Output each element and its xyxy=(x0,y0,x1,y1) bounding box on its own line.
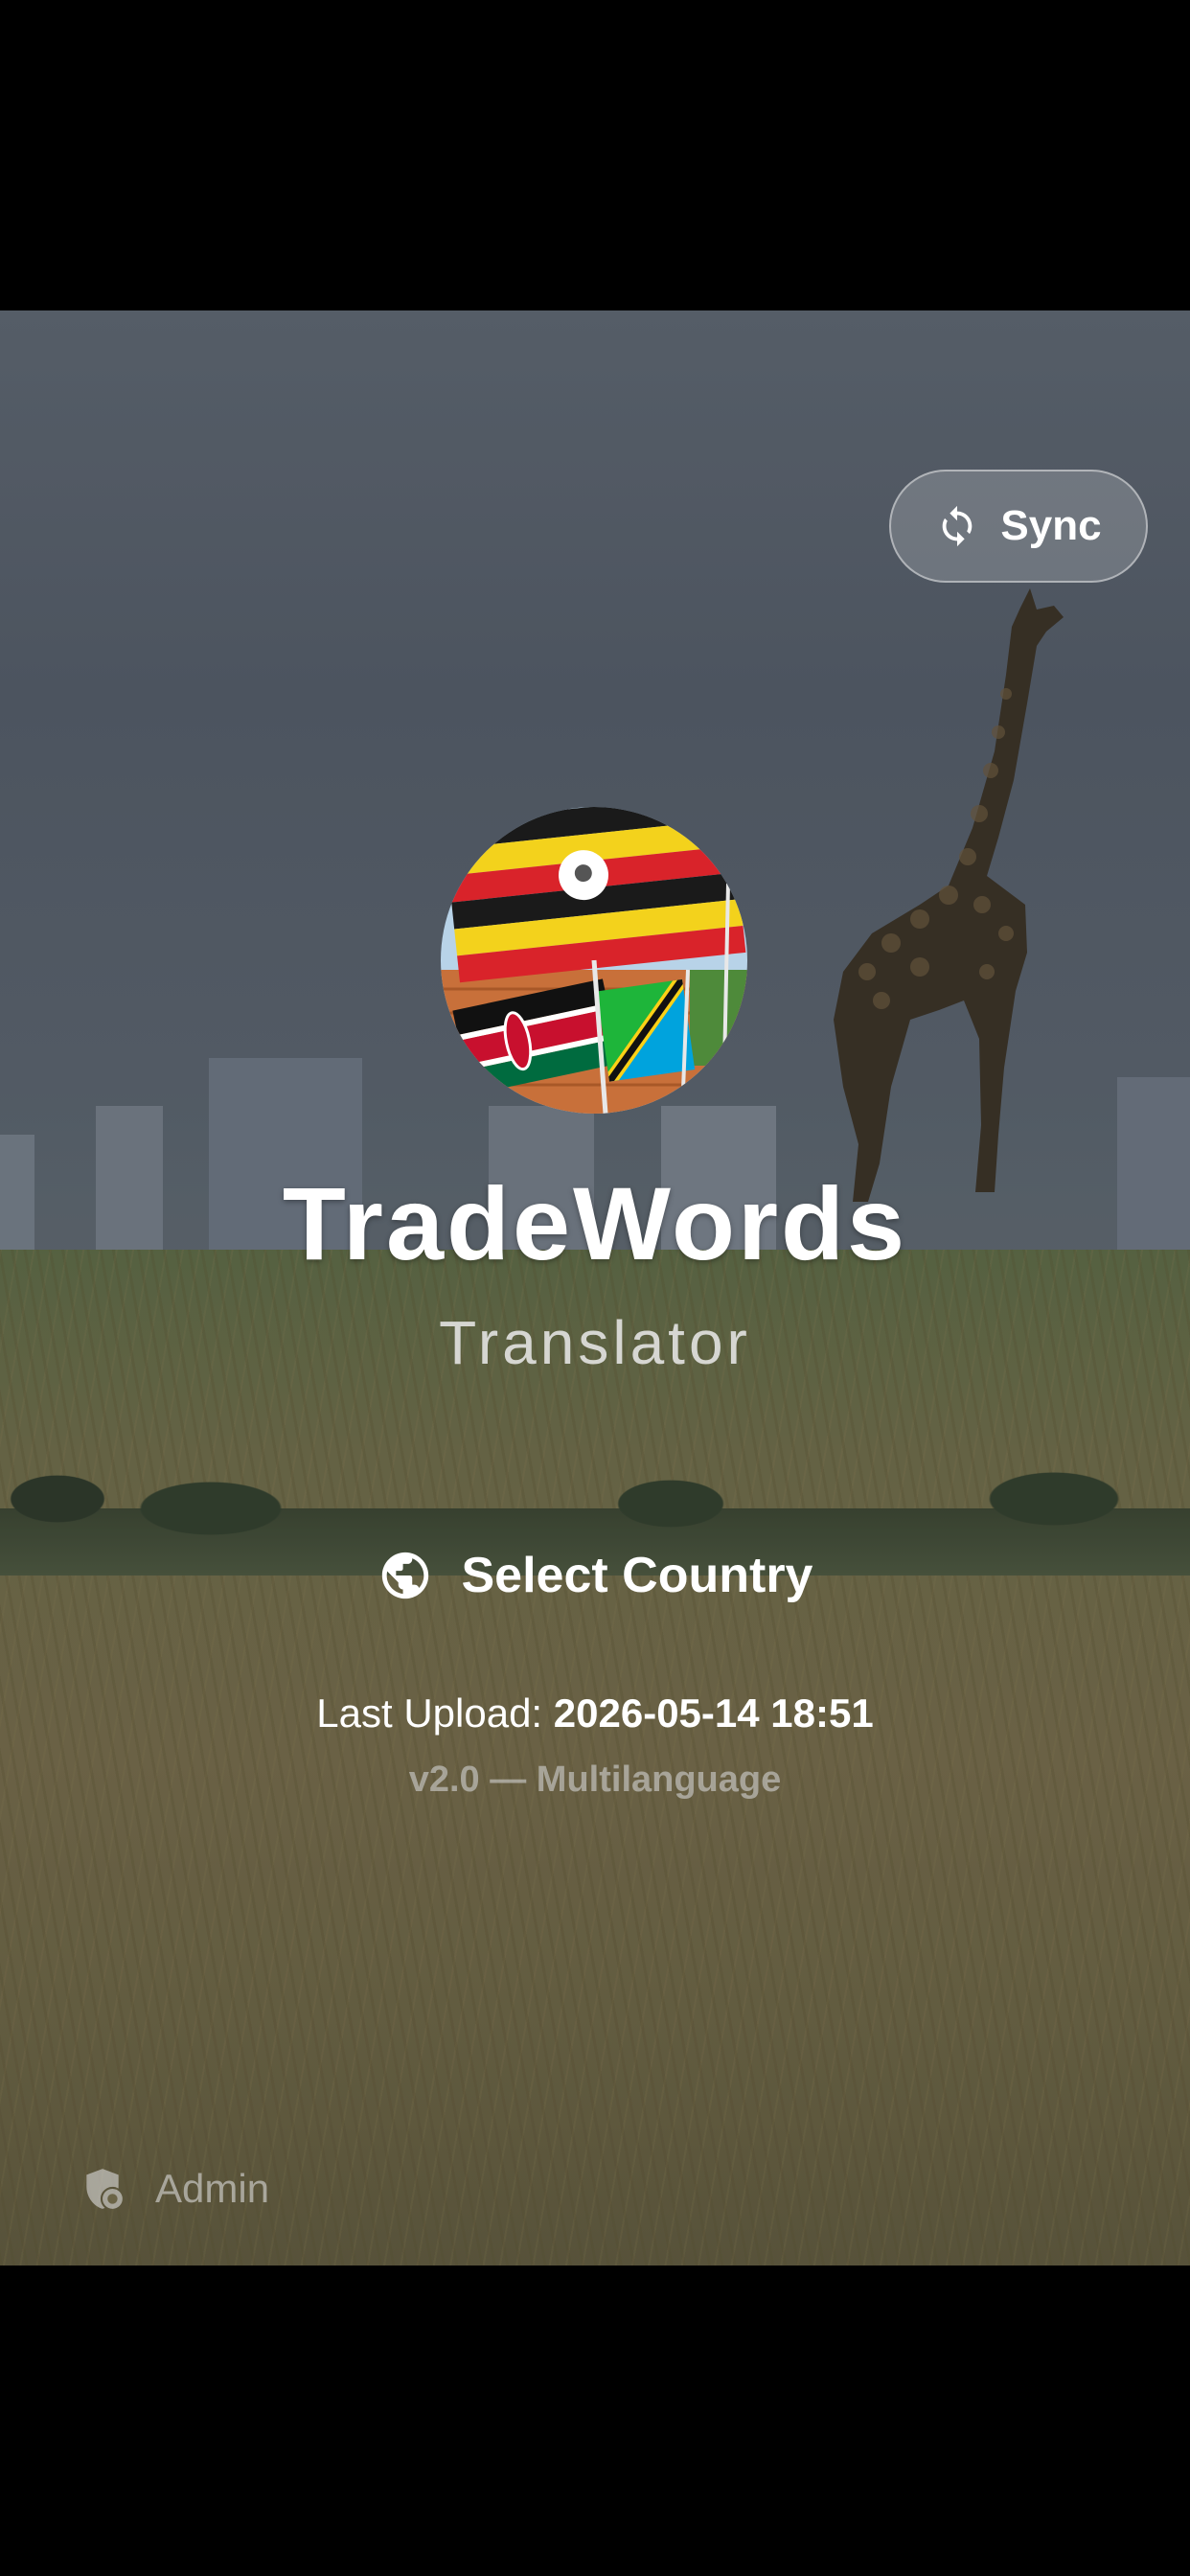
last-upload-status: Last Upload: 2026-05-14 18:51 xyxy=(0,1690,1190,1736)
last-upload-label: Last Upload: xyxy=(316,1690,543,1736)
sync-button[interactable]: Sync xyxy=(889,470,1148,583)
sync-icon xyxy=(943,505,973,547)
phone-frame: Sync TradeWords Translator Select Countr… xyxy=(0,0,1190,2576)
app-logo xyxy=(441,807,747,1114)
admin-shield-icon xyxy=(86,2169,123,2209)
app-title: TradeWords xyxy=(282,1165,908,1281)
version-text: v2.0 — Multilanguage xyxy=(408,1760,782,1800)
sync-label: Sync xyxy=(1000,502,1102,549)
admin-label: Admin xyxy=(155,2166,270,2211)
select-country-label: Select Country xyxy=(461,1548,813,1603)
select-country-button[interactable]: Select Country xyxy=(374,1528,816,1623)
admin-button[interactable]: Admin xyxy=(79,2160,269,2218)
last-upload-value: 2026-05-14 18:51 xyxy=(553,1690,874,1736)
globe-icon xyxy=(381,1552,428,1599)
background-overlay xyxy=(0,310,1190,2266)
app-screen: Sync TradeWords Translator Select Countr… xyxy=(0,310,1190,2266)
app-subtitle: Translator xyxy=(439,1308,751,1377)
flags-logo-image xyxy=(441,807,747,1114)
